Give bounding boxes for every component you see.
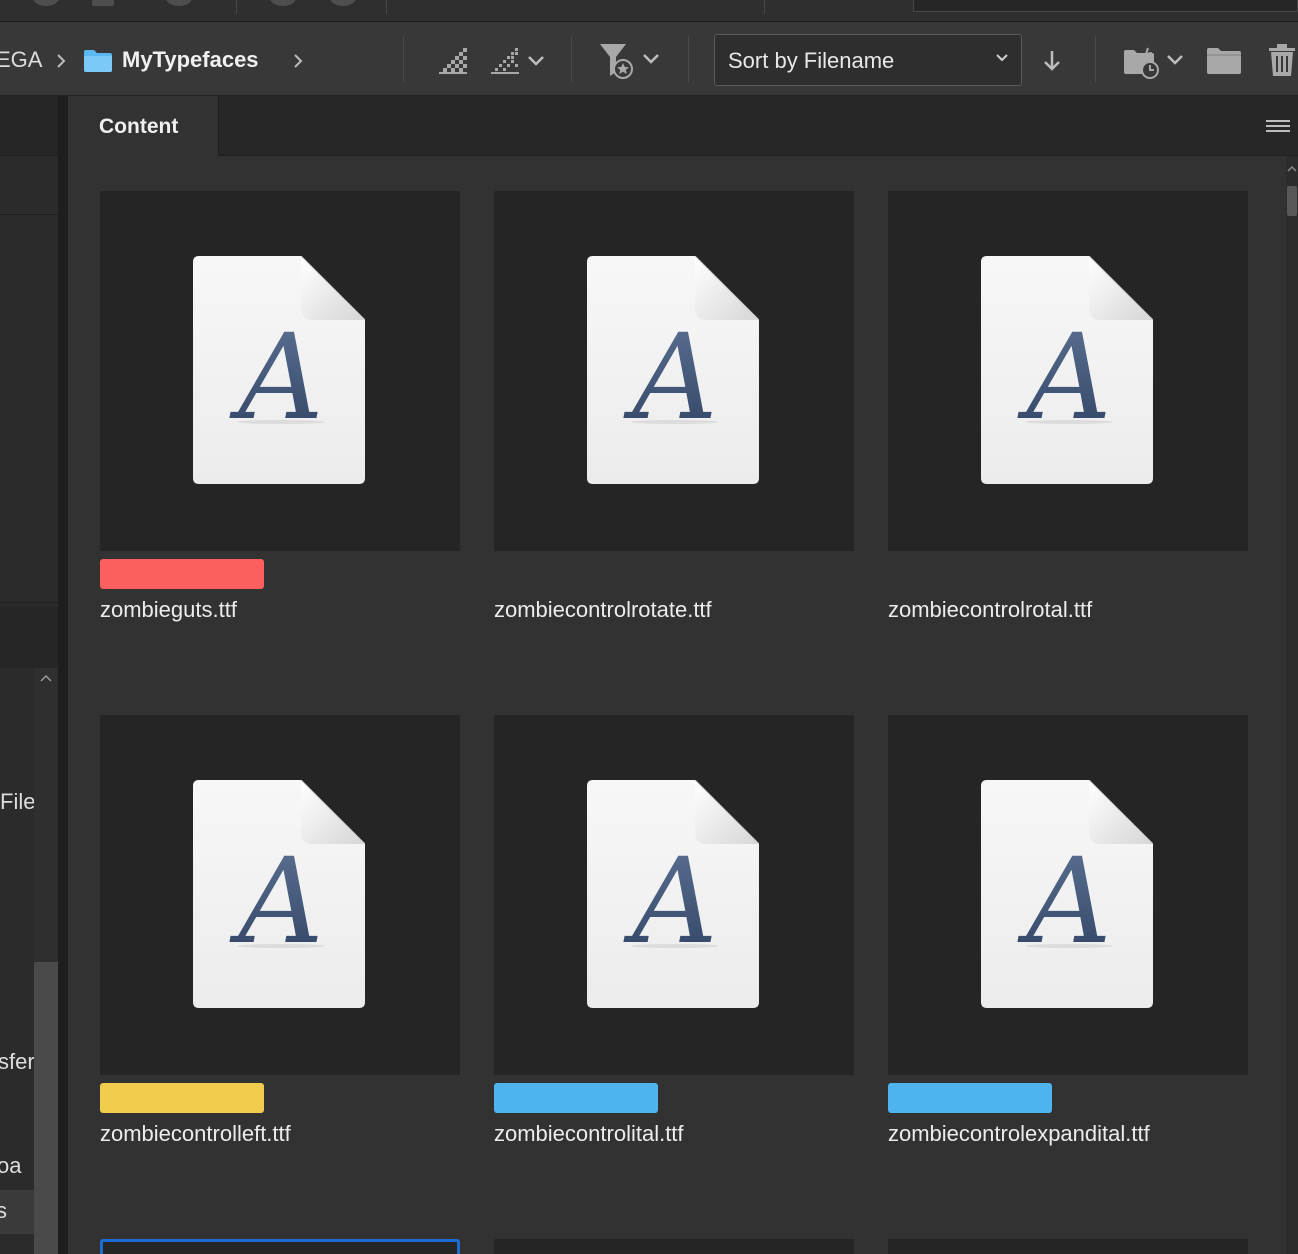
sidebar-item-label[interactable]: File <box>0 789 35 815</box>
chevron-right-icon <box>57 54 66 68</box>
font-file-icon <box>193 780 365 1008</box>
file-name: zombiecontrolleft.ttf <box>100 1121 291 1146</box>
divider <box>236 0 237 14</box>
font-file-icon <box>193 256 365 484</box>
file-item[interactable] <box>494 1239 854 1254</box>
folder-icon <box>84 50 112 72</box>
filter-icon[interactable] <box>598 42 664 80</box>
color-label <box>100 559 264 589</box>
path-toolbar: EGA MyTypefaces Sort by Filename <box>0 22 1298 96</box>
sidebar-header <box>0 96 58 156</box>
panel-menu-icon[interactable] <box>1266 120 1290 134</box>
scrollbar-thumb[interactable] <box>1287 186 1297 216</box>
thumbnail[interactable] <box>494 715 854 1075</box>
scrollbar-thumb[interactable] <box>34 962 58 1254</box>
sidebar-item-label[interactable]: oa <box>0 1153 21 1179</box>
font-file-icon <box>981 256 1153 484</box>
color-label <box>888 1083 1052 1113</box>
content-scrollbar[interactable] <box>1286 156 1298 1254</box>
divider <box>386 0 387 14</box>
panel-splitter[interactable] <box>58 96 68 1254</box>
file-item-selected[interactable] <box>100 1239 460 1254</box>
font-file-icon <box>587 780 759 1008</box>
tab-label: Content <box>99 115 179 138</box>
circle-icon[interactable] <box>270 0 296 6</box>
tab-content[interactable]: Content <box>68 96 219 156</box>
new-folder-icon[interactable] <box>1206 46 1242 76</box>
scroll-up-icon[interactable] <box>40 674 52 682</box>
color-label <box>100 1083 264 1113</box>
font-file-icon <box>981 780 1153 1008</box>
breadcrumb-item-previous[interactable]: EGA <box>0 47 42 73</box>
sort-dropdown-label: Sort by Filename <box>728 48 895 73</box>
thumbnail-quality-icon[interactable] <box>437 46 469 76</box>
file-name: zombiecontrolrotate.ttf <box>494 597 712 622</box>
content-panel: Content zombieguts.ttf zombiecontrolrota… <box>68 96 1298 1254</box>
toolbar-divider <box>403 36 404 82</box>
quality-dropdown-icon[interactable] <box>489 46 549 76</box>
divider <box>0 602 58 603</box>
circle-icon[interactable] <box>330 0 356 6</box>
panel-tab-bar: Content <box>68 96 1298 156</box>
search-field[interactable] <box>913 0 1298 12</box>
file-item[interactable] <box>888 1239 1248 1254</box>
font-file-icon <box>587 256 759 484</box>
file-name: zombiecontrolrotal.ttf <box>888 597 1093 622</box>
trash-icon[interactable] <box>1266 42 1298 78</box>
recent-folder-icon[interactable] <box>1122 44 1188 80</box>
sidebar-scrollbar[interactable] <box>34 668 58 1254</box>
file-name: zombieguts.ttf <box>100 597 237 622</box>
toolbar-divider <box>1095 36 1096 82</box>
globe-icon[interactable] <box>166 0 192 6</box>
chevron-right-icon[interactable] <box>292 53 304 69</box>
toolbar-divider <box>571 36 572 82</box>
file-name: zombiecontrolexpandital.ttf <box>888 1121 1150 1146</box>
left-sidebar: File sfer oa s <box>0 96 58 1254</box>
top-strip <box>0 0 1298 22</box>
thumbnail[interactable] <box>100 715 460 1075</box>
chevron-down-icon <box>996 54 1008 62</box>
sidebar-section-header <box>0 606 58 668</box>
sort-descending-icon[interactable] <box>1042 49 1062 73</box>
divider <box>764 0 765 14</box>
thumbnail[interactable] <box>888 191 1248 551</box>
sidebar-item-label: s <box>0 1198 7 1223</box>
breadcrumb-item-current[interactable]: MyTypefaces <box>122 47 259 73</box>
document-icon[interactable] <box>92 0 114 6</box>
sidebar-item-label[interactable]: sfer <box>0 1049 35 1075</box>
thumbnail[interactable] <box>888 715 1248 1075</box>
sort-dropdown[interactable]: Sort by Filename <box>714 34 1022 86</box>
scroll-up-icon[interactable] <box>1287 164 1297 172</box>
thumbnail-grid: zombieguts.ttf zombiecontrolrotate.ttf z… <box>68 156 1286 1254</box>
color-label <box>494 1083 658 1113</box>
divider <box>0 214 58 215</box>
toolbar-divider <box>688 36 689 82</box>
thumbnail[interactable] <box>494 191 854 551</box>
file-name: zombiecontrolital.ttf <box>494 1121 684 1146</box>
thumbnail[interactable] <box>100 191 460 551</box>
sidebar-selected-row[interactable]: s <box>0 1190 34 1234</box>
info-icon[interactable] <box>33 0 59 6</box>
